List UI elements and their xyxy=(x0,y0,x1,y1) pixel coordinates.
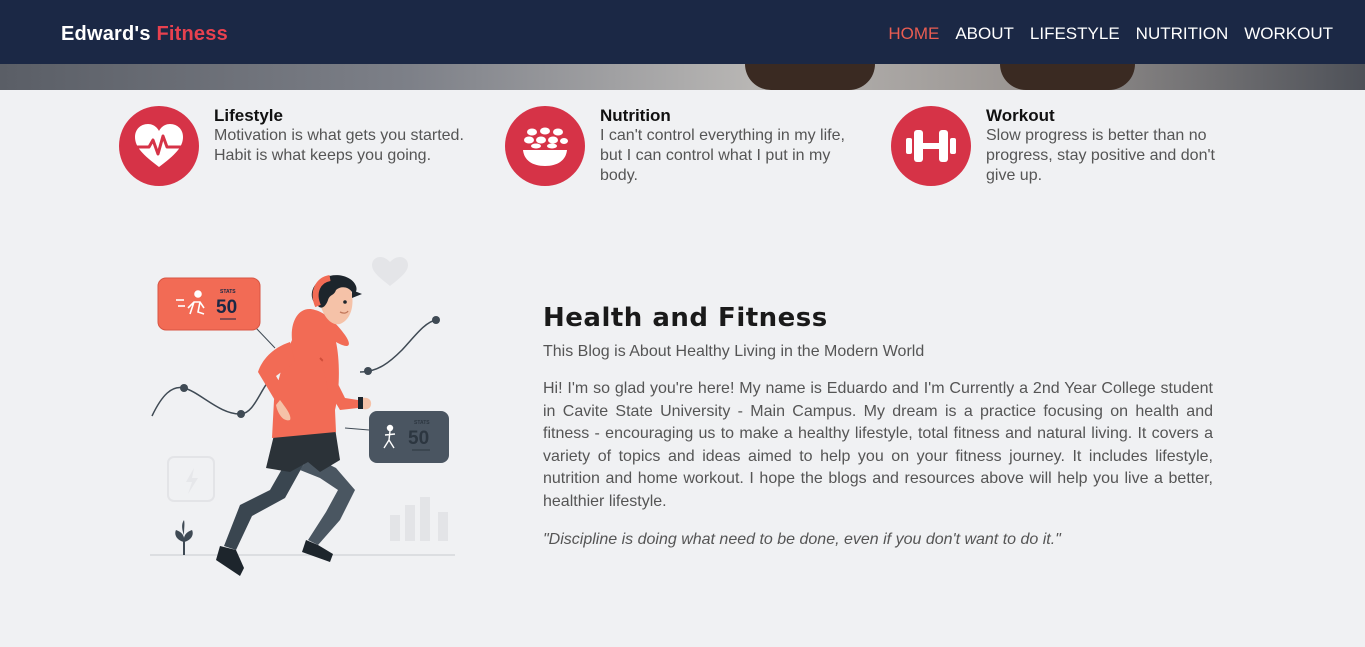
about-paragraph: Hi! I'm so glad you're here! My name is … xyxy=(543,380,1213,510)
feature-text: I can't control everything in my life, b… xyxy=(600,127,845,184)
brand-accent-text: Fitness xyxy=(156,23,228,45)
feature-lifestyle: Lifestyle Motivation is what gets you st… xyxy=(119,106,476,186)
hero-image-strip xyxy=(0,64,1365,90)
feature-workout: Workout Slow progress is better than no … xyxy=(891,106,1248,186)
about-section: Health and Fitness This Blog is About He… xyxy=(543,300,1213,550)
stats-card-value: 50 xyxy=(408,428,429,449)
navbar: Edward's Fitness HOME ABOUT LIFESTYLE NU… xyxy=(0,0,1365,64)
nav-about[interactable]: ABOUT xyxy=(955,24,1014,44)
feature-icon-circle xyxy=(891,106,971,186)
running-man-illustration: STATS 50 STATS 50 xyxy=(140,250,470,590)
feature-icon-circle xyxy=(505,106,585,186)
stats-card-label: STATS xyxy=(414,420,430,426)
nav-workout[interactable]: WORKOUT xyxy=(1244,24,1333,44)
food-bowl-icon xyxy=(523,127,568,166)
heart-icon xyxy=(372,257,408,286)
feature-title: Lifestyle xyxy=(214,106,283,125)
feature-nutrition: Nutrition I can't control everything in … xyxy=(505,106,862,186)
feature-text: Slow progress is better than no progress… xyxy=(986,127,1215,184)
feature-text: Motivation is what gets you started. Hab… xyxy=(214,127,464,164)
main-nav: HOME ABOUT LIFESTYLE NUTRITION WORKOUT xyxy=(888,24,1333,44)
stats-card-value: 50 xyxy=(216,297,237,318)
feature-title: Workout xyxy=(986,106,1055,125)
nav-home[interactable]: HOME xyxy=(888,24,939,44)
page-subtitle: This Blog is About Healthy Living in the… xyxy=(543,343,925,360)
brand-main-text: Edward's xyxy=(61,23,151,45)
nav-nutrition[interactable]: NUTRITION xyxy=(1136,24,1229,44)
stats-card-label: STATS xyxy=(220,289,236,295)
feature-title: Nutrition xyxy=(600,106,671,125)
quote-text: "Discipline is doing what need to be don… xyxy=(543,530,1061,548)
nav-lifestyle[interactable]: LIFESTYLE xyxy=(1030,24,1120,44)
brand-logo[interactable]: Edward's Fitness xyxy=(61,23,228,46)
page-title: Health and Fitness xyxy=(543,303,828,333)
feature-icon-circle xyxy=(119,106,199,186)
heartbeat-icon xyxy=(135,124,183,167)
dumbbell-icon xyxy=(906,130,956,162)
